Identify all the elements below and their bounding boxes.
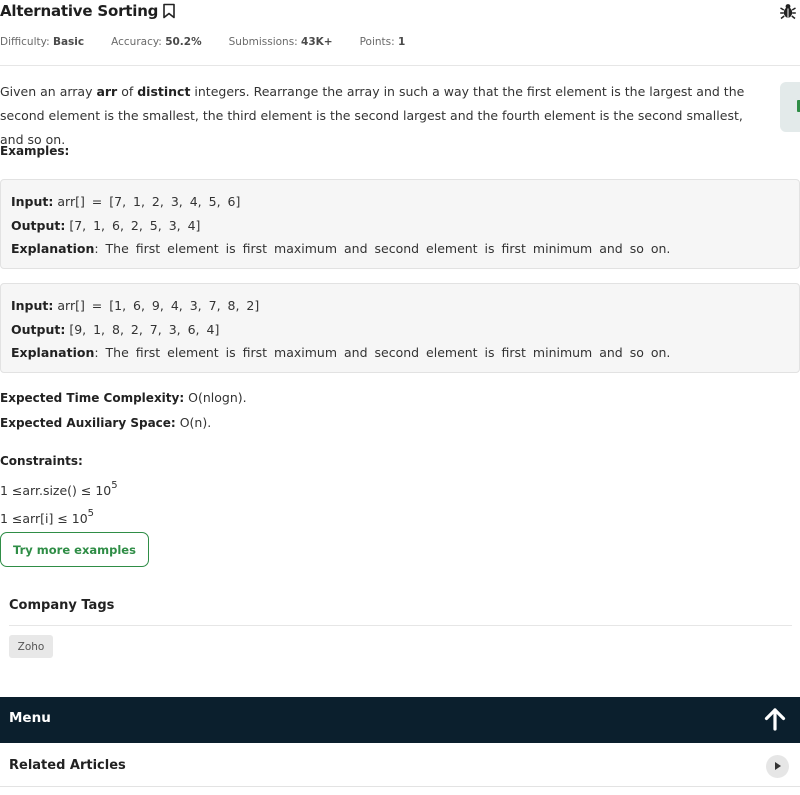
chevron-right-icon (775, 762, 781, 770)
statement-text: of (117, 84, 138, 99)
problem-statement: Given an array arr of distinct integers.… (0, 80, 770, 152)
explanation-label: Explanation (11, 345, 95, 360)
constraint-line-2: 1 ≤arr[i] ≤ 105 (0, 502, 118, 531)
output-label: Output: (11, 217, 66, 233)
input-label: Input: (11, 298, 54, 313)
expand-button[interactable] (766, 755, 789, 778)
submissions-value: 43K+ (301, 36, 333, 48)
related-articles-row[interactable]: Related Articles (0, 743, 800, 787)
space-complexity-label: Expected Auxiliary Space: (0, 415, 176, 430)
points-meta: Points: 1 (360, 36, 406, 48)
output-value: [7, 1, 6, 2, 5, 3, 4] (69, 217, 201, 233)
difficulty-meta: Difficulty: Basic (0, 36, 84, 48)
constraint-exponent: 5 (111, 479, 118, 491)
problem-meta: Difficulty: Basic Accuracy: 50.2% Submis… (0, 36, 432, 48)
complexity-info: Expected Time Complexity: O(nlogn). Expe… (0, 386, 247, 435)
constraint-text: 1 ≤arr[i] ≤ 10 (0, 511, 88, 526)
bug-icon[interactable] (779, 2, 797, 20)
accuracy-meta: Accuracy: 50.2% (111, 36, 202, 48)
bookmark-icon[interactable] (162, 3, 176, 19)
constraints-section: Constraints: 1 ≤arr.size() ≤ 105 1 ≤arr[… (0, 450, 118, 531)
constraints-heading: Constraints: (0, 454, 83, 468)
submissions-label: Submissions: (228, 36, 298, 48)
space-complexity: Expected Auxiliary Space: O(n). (0, 411, 247, 436)
example-output: Output: [9, 1, 8, 2, 7, 3, 6, 4] (11, 318, 789, 342)
points-label: Points: (359, 36, 395, 48)
output-label: Output: (11, 321, 66, 337)
submissions-meta: Submissions: 43K+ (229, 36, 333, 48)
constraint-text: 1 ≤arr.size() ≤ 10 (0, 482, 112, 498)
title-row: Alternative Sorting (0, 0, 176, 22)
example-input: Input: arr[] = [7, 1, 2, 3, 4, 5, 6] (11, 190, 789, 214)
example-explanation: Explanation: The first element is first … (11, 237, 789, 261)
constraint-exponent: 5 (87, 508, 95, 519)
statement-bold-arr: arr (96, 84, 118, 99)
statement-text: Given an array (0, 84, 97, 99)
difficulty-value: Basic (52, 36, 85, 48)
space-complexity-value: O(n). (175, 414, 212, 430)
statement-bold-distinct: distinct (137, 84, 191, 99)
constraint-line-1: 1 ≤arr.size() ≤ 105 (0, 474, 118, 503)
accuracy-value: 50.2% (165, 36, 202, 48)
example-box-1: Input: arr[] = [7, 1, 2, 3, 4, 5, 6] Out… (0, 179, 800, 269)
explanation-value: : The first element is first maximum and… (94, 345, 671, 360)
try-more-examples-button[interactable]: Try more examples (0, 532, 149, 567)
divider (9, 625, 792, 626)
difficulty-label: Difficulty: (0, 36, 50, 48)
explanation-value: : The first element is first maximum and… (94, 241, 671, 256)
example-input: Input: arr[] = [1, 6, 9, 4, 3, 7, 8, 2] (11, 294, 789, 318)
problem-header: Alternative Sorting Difficulty: Basic Ac… (0, 0, 800, 66)
explanation-label: Explanation (11, 241, 95, 256)
time-complexity: Expected Time Complexity: O(nlogn). (0, 386, 247, 411)
input-value: arr[] = [1, 6, 9, 4, 3, 7, 8, 2] (57, 298, 260, 313)
company-tags-heading: Company Tags (9, 598, 115, 613)
company-tag[interactable]: Zoho (9, 635, 53, 658)
accuracy-label: Accuracy: (111, 36, 162, 48)
menu-bar[interactable]: Menu (0, 697, 800, 743)
example-explanation: Explanation: The first element is first … (11, 341, 789, 365)
example-box-2: Input: arr[] = [1, 6, 9, 4, 3, 7, 8, 2] … (0, 283, 800, 373)
output-value: [9, 1, 8, 2, 7, 3, 6, 4] (69, 321, 220, 337)
problem-title: Alternative Sorting (0, 2, 159, 20)
points-value: 1 (398, 36, 406, 48)
input-label: Input: (11, 194, 54, 209)
input-value: arr[] = [7, 1, 2, 3, 4, 5, 6] (57, 194, 241, 209)
arrow-up-icon[interactable] (764, 707, 786, 731)
time-complexity-label: Expected Time Complexity: (0, 391, 185, 405)
menu-label: Menu (9, 710, 51, 726)
time-complexity-value: O(nlogn). (184, 390, 247, 405)
example-output: Output: [7, 1, 6, 2, 5, 3, 4] (11, 214, 789, 238)
examples-heading: Examples: (0, 144, 70, 158)
related-articles-label: Related Articles (9, 758, 126, 773)
side-panel-tab[interactable] (780, 82, 800, 132)
